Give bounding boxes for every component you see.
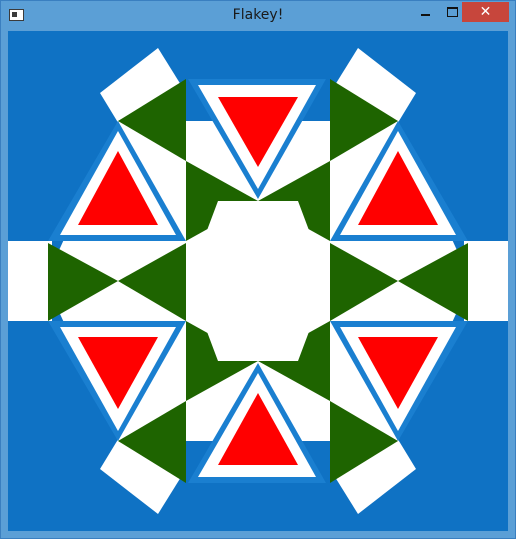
minimize-button[interactable] [412,2,438,22]
minimize-icon [420,14,430,16]
title-bar[interactable]: Flakey! ✕ [1,1,515,30]
snowflake-drawing [8,31,508,531]
app-window: Flakey! ✕ [0,0,516,539]
canvas-area [8,31,508,531]
close-button[interactable]: ✕ [462,2,509,22]
left-bar [8,241,52,321]
right-bar [464,241,508,321]
close-icon: ✕ [479,4,492,20]
center-hexagon [188,201,328,361]
maximize-icon [446,7,458,17]
